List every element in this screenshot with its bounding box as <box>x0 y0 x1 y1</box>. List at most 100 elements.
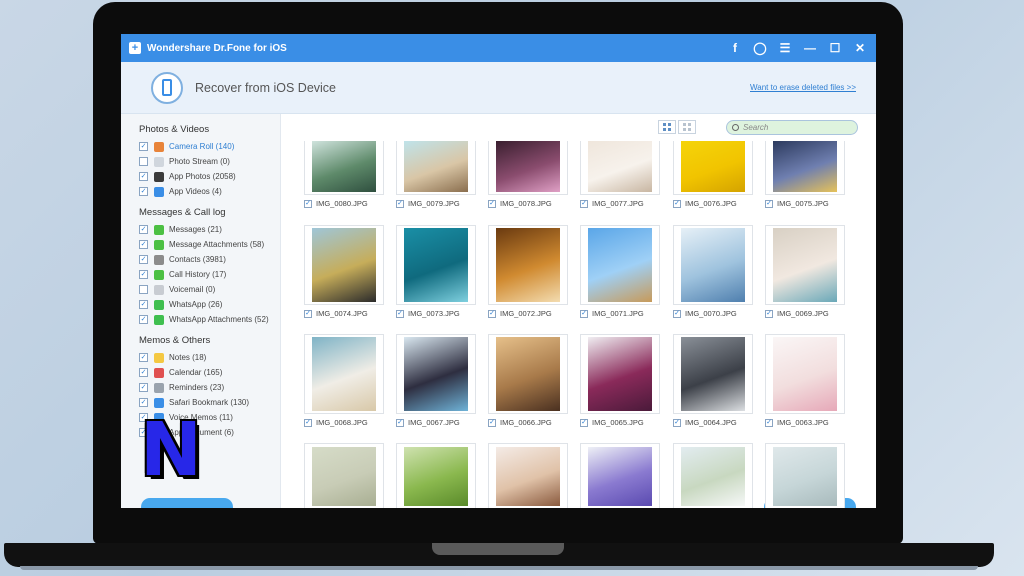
grid-view-button[interactable] <box>658 120 676 134</box>
photo-thumbnail[interactable] <box>673 443 753 508</box>
feedback-icon[interactable]: ◯ <box>752 40 768 56</box>
photo-checkbox[interactable]: ✓ <box>765 199 773 208</box>
sidebar-item-checkbox[interactable]: ✓ <box>139 300 148 309</box>
photo-checkbox[interactable]: ✓ <box>765 418 773 427</box>
photo-thumbnail[interactable] <box>396 225 476 305</box>
photo-item[interactable]: ✓ IMG_0075.JPG <box>765 141 857 208</box>
back-button[interactable] <box>141 498 233 508</box>
photo-checkbox[interactable]: ✓ <box>673 199 681 208</box>
photo-checkbox[interactable]: ✓ <box>396 418 404 427</box>
photo-checkbox[interactable]: ✓ <box>488 309 496 318</box>
minimize-icon[interactable]: — <box>802 40 818 56</box>
photo-item[interactable]: ✓ IMG_0079.JPG <box>396 141 488 208</box>
photo-thumbnail[interactable] <box>580 443 660 508</box>
sidebar-item[interactable]: ✓ Contacts (3981) <box>139 252 280 267</box>
sidebar-item-checkbox[interactable]: ✓ <box>139 187 148 196</box>
photo-thumbnail[interactable] <box>673 141 753 195</box>
sidebar-item[interactable]: ✓ Calendar (165) <box>139 365 280 380</box>
sidebar-item-checkbox[interactable]: ✓ <box>139 353 148 362</box>
sidebar-item-checkbox[interactable]: ✓ <box>139 398 148 407</box>
photo-thumbnail[interactable] <box>396 141 476 195</box>
photo-thumbnail[interactable] <box>765 443 845 508</box>
sidebar-item-checkbox[interactable]: ✓ <box>139 172 148 181</box>
photo-item[interactable]: ✓ IMG_0068.JPG <box>304 334 396 427</box>
sidebar-item-checkbox[interactable]: ✓ <box>139 285 148 294</box>
sidebar-item[interactable]: ✓ Notes (18) <box>139 350 280 365</box>
photo-checkbox[interactable]: ✓ <box>580 199 588 208</box>
sidebar-item[interactable]: ✓ Call History (17) <box>139 267 280 282</box>
photo-checkbox[interactable]: ✓ <box>304 309 312 318</box>
photo-thumbnail[interactable] <box>304 225 384 305</box>
sidebar-item[interactable]: ✓ App Videos (4) <box>139 184 280 199</box>
photo-item[interactable]: ✓ IMG_0073.JPG <box>396 225 488 318</box>
search-input[interactable]: Search <box>726 119 858 135</box>
photo-item[interactable]: ✓ IMG_0074.JPG <box>304 225 396 318</box>
sidebar-item-checkbox[interactable]: ✓ <box>139 270 148 279</box>
photo-checkbox[interactable]: ✓ <box>396 199 404 208</box>
photo-thumbnail[interactable] <box>488 443 568 508</box>
photo-item[interactable]: ✓ IMG_0064.JPG <box>673 334 765 427</box>
photo-item[interactable]: ✓ IMG_0066.JPG <box>488 334 580 427</box>
photo-item[interactable]: ✓ IMG_0063.JPG <box>765 334 857 427</box>
photo-checkbox[interactable]: ✓ <box>580 309 588 318</box>
sidebar-item[interactable]: ✓ Voicemail (0) <box>139 282 280 297</box>
sidebar-item-checkbox[interactable]: ✓ <box>139 157 148 166</box>
photo-thumbnail[interactable] <box>488 225 568 305</box>
photo-thumbnail[interactable] <box>396 334 476 414</box>
sidebar-item[interactable]: ✓ Messages (21) <box>139 222 280 237</box>
close-icon[interactable]: ✕ <box>852 40 868 56</box>
photo-checkbox[interactable]: ✓ <box>765 309 773 318</box>
photo-checkbox[interactable]: ✓ <box>673 418 681 427</box>
photo-item[interactable]: ✓ IMG_0077.JPG <box>580 141 672 208</box>
list-view-button[interactable] <box>678 120 696 134</box>
photo-checkbox[interactable]: ✓ <box>580 418 588 427</box>
sidebar-item[interactable]: ✓ Photo Stream (0) <box>139 154 280 169</box>
photo-checkbox[interactable]: ✓ <box>304 199 312 208</box>
photo-thumbnail[interactable] <box>580 225 660 305</box>
photo-checkbox[interactable]: ✓ <box>396 309 404 318</box>
photo-thumbnail[interactable] <box>580 334 660 414</box>
photo-item[interactable]: ✓ IMG_0065.JPG <box>580 334 672 427</box>
photo-thumbnail[interactable] <box>673 225 753 305</box>
photo-thumbnail[interactable] <box>488 334 568 414</box>
sidebar-item[interactable]: ✓ WhatsApp (26) <box>139 297 280 312</box>
photo-item[interactable] <box>304 443 396 508</box>
erase-deleted-files-link[interactable]: Want to erase deleted files >> <box>750 83 856 92</box>
photo-thumbnail[interactable] <box>304 443 384 508</box>
photo-thumbnail[interactable] <box>580 141 660 195</box>
sidebar-item[interactable]: ✓ Camera Roll (140) <box>139 139 280 154</box>
photo-item[interactable]: ✓ IMG_0067.JPG <box>396 334 488 427</box>
menu-icon[interactable]: ☰ <box>777 40 793 56</box>
sidebar-item[interactable]: ✓ Message Attachments (58) <box>139 237 280 252</box>
photo-item[interactable]: ✓ IMG_0071.JPG <box>580 225 672 318</box>
photo-checkbox[interactable]: ✓ <box>304 418 312 427</box>
photo-thumbnail[interactable] <box>304 334 384 414</box>
photo-item[interactable]: ✓ IMG_0078.JPG <box>488 141 580 208</box>
photo-thumbnail[interactable] <box>396 443 476 508</box>
sidebar-item[interactable]: ✓ Reminders (23) <box>139 380 280 395</box>
photo-item[interactable] <box>396 443 488 508</box>
photo-thumbnail[interactable] <box>304 141 384 195</box>
photo-thumbnail[interactable] <box>488 141 568 195</box>
photo-thumbnail[interactable] <box>765 141 845 195</box>
photo-item[interactable]: ✓ IMG_0072.JPG <box>488 225 580 318</box>
photo-item[interactable] <box>488 443 580 508</box>
photo-checkbox[interactable]: ✓ <box>488 199 496 208</box>
sidebar-item-checkbox[interactable]: ✓ <box>139 142 148 151</box>
sidebar-item[interactable]: ✓ WhatsApp Attachments (52) <box>139 312 280 327</box>
photo-item[interactable] <box>673 443 765 508</box>
photo-item[interactable]: ✓ IMG_0069.JPG <box>765 225 857 318</box>
photo-item[interactable] <box>580 443 672 508</box>
photo-thumbnail[interactable] <box>765 334 845 414</box>
photo-item[interactable] <box>765 443 857 508</box>
sidebar-item-checkbox[interactable]: ✓ <box>139 368 148 377</box>
photo-checkbox[interactable]: ✓ <box>673 309 681 318</box>
sidebar-item-checkbox[interactable]: ✓ <box>139 255 148 264</box>
sidebar-item-checkbox[interactable]: ✓ <box>139 240 148 249</box>
photo-item[interactable]: ✓ IMG_0076.JPG <box>673 141 765 208</box>
maximize-icon[interactable]: ☐ <box>827 40 843 56</box>
photo-thumbnail[interactable] <box>765 225 845 305</box>
sidebar-item-checkbox[interactable]: ✓ <box>139 315 148 324</box>
sidebar-item-checkbox[interactable]: ✓ <box>139 225 148 234</box>
sidebar-item[interactable]: ✓ App Photos (2058) <box>139 169 280 184</box>
